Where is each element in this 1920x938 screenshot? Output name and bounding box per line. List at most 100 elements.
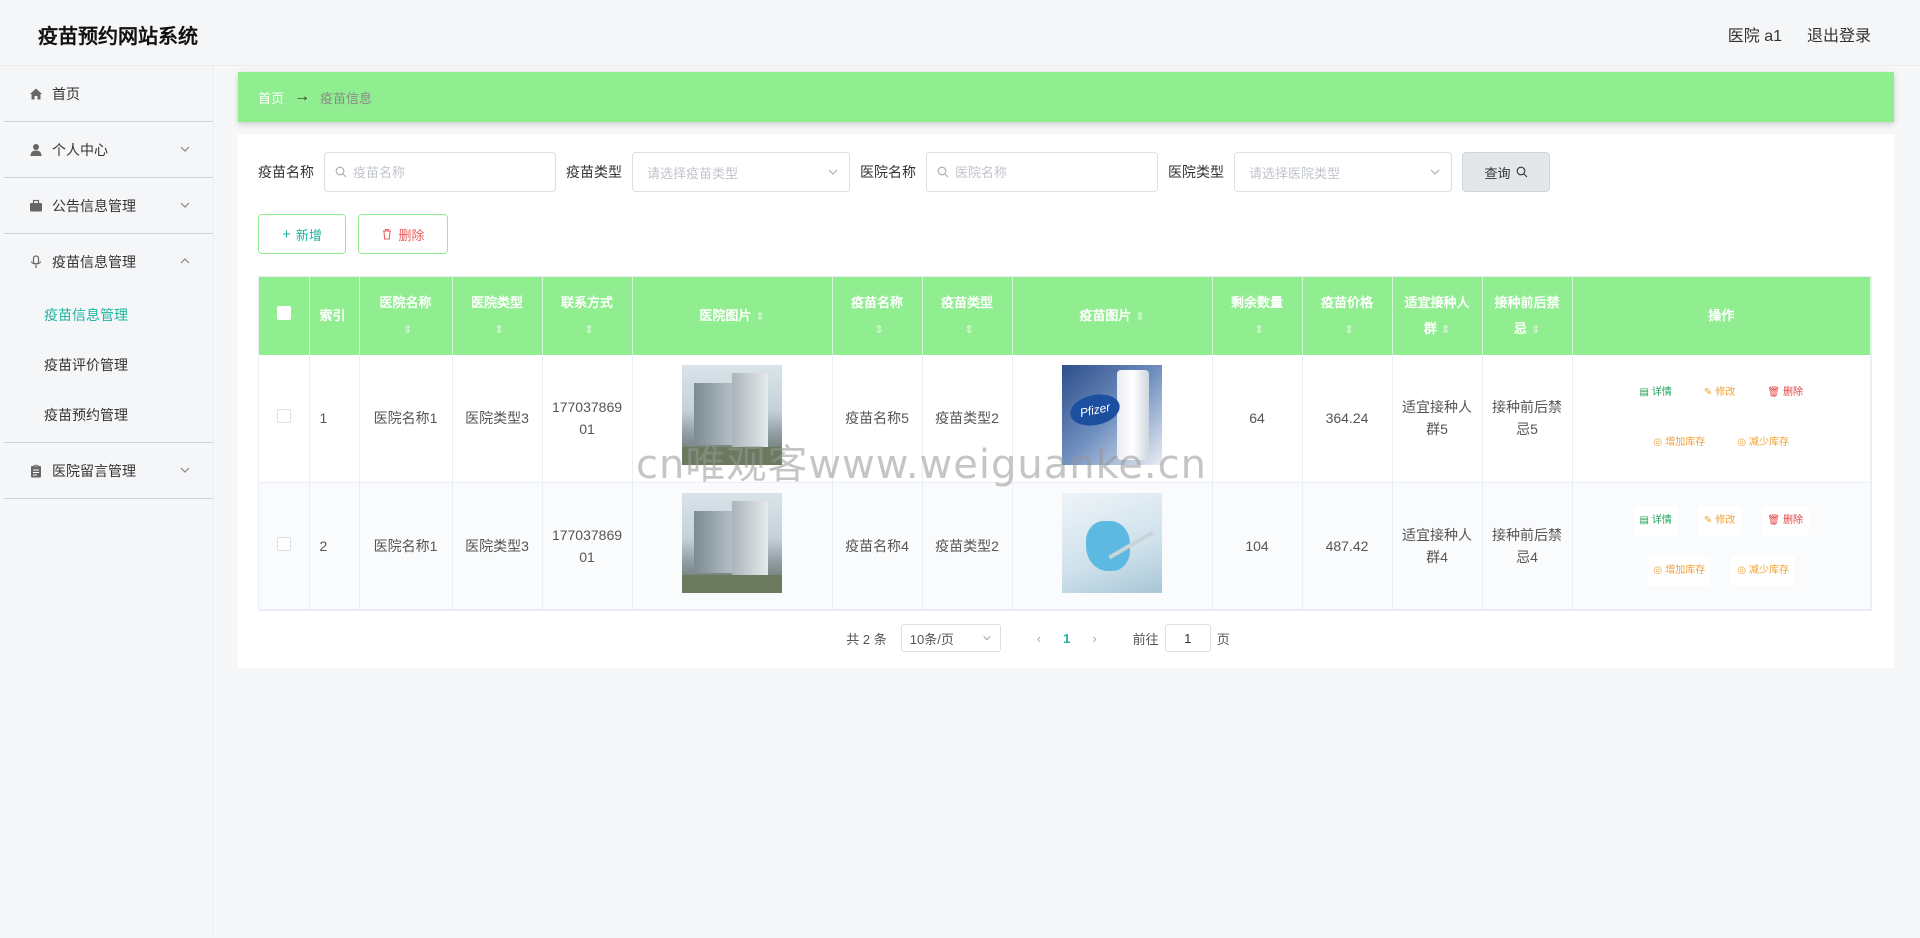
sidebar-item-label: 疫苗信息管理 (52, 254, 136, 270)
user-icon (28, 142, 44, 158)
hospital-name-field (926, 152, 1158, 192)
page-size-select[interactable]: 10条/页 (900, 624, 1001, 652)
col-header-label: 适宜接种人群 (1404, 294, 1470, 336)
edit-button[interactable]: ✎ 修改 (1697, 505, 1742, 536)
vaccine-type-placeholder: 请选择疫苗类型 (647, 165, 739, 181)
trash-icon (383, 229, 392, 240)
col-header-vaccine-name[interactable]: 疫苗名称 ⇕ (832, 277, 923, 355)
location-pin-icon: ◎ (1653, 437, 1663, 449)
sort-icon: ⇕ (1530, 323, 1541, 336)
col-header-hospital-image[interactable]: 医院图片 ⇕ (632, 277, 833, 355)
add-button[interactable]: + 新增 (258, 214, 346, 254)
sidebar-item-vaccine[interactable]: 疫苗信息管理 (4, 234, 213, 290)
row-checkbox[interactable] (276, 409, 291, 424)
batch-delete-button[interactable]: 删除 (358, 214, 448, 254)
cell-vaccine-name: 疫苗名称5 (832, 355, 923, 483)
cell-taboo: 接种前后禁忌4 (1482, 482, 1573, 610)
sidebar-item-label: 医院留言管理 (52, 462, 136, 479)
edit-label: 修改 (1715, 387, 1736, 399)
hospital-name-input[interactable] (955, 164, 1135, 180)
sort-icon: ⇕ (874, 323, 884, 336)
increase-stock-button[interactable]: ◎ 增加库存 (1647, 428, 1712, 459)
cell-crowd: 适宜接种人群5 (1392, 355, 1483, 483)
chevron-up-icon (179, 254, 193, 268)
decrease-stock-label: 减少库存 (1748, 437, 1789, 449)
action-toolbar: + 新增 删除 (258, 214, 460, 254)
vaccine-type-select[interactable]: 请选择疫苗类型 (632, 152, 850, 192)
trash-icon: 🗑 (1767, 387, 1781, 399)
select-all-checkbox[interactable] (276, 306, 291, 320)
delete-button[interactable]: 🗑 删除 (1761, 505, 1810, 536)
col-header-label: 疫苗名称 (850, 294, 903, 310)
sidebar-subitem-vaccine-review[interactable]: 疫苗评价管理 (4, 340, 213, 390)
col-header-label: 疫苗类型 (940, 294, 993, 310)
next-page-button[interactable]: › (1092, 631, 1096, 646)
sidebar-item-notice[interactable]: 公告信息管理 (4, 178, 213, 234)
sidebar-item-personal-center[interactable]: 个人中心 (4, 122, 213, 178)
chevron-down-icon (179, 142, 193, 156)
cell-hospital-image (632, 482, 833, 610)
chevron-down-icon (179, 463, 193, 477)
col-header-stock[interactable]: 剩余数量 ⇕ (1212, 277, 1303, 355)
vaccine-image[interactable]: Pfizer (1062, 365, 1162, 466)
cell-vaccine-type: 疫苗类型2 (922, 482, 1013, 610)
edit-icon: ✎ (1703, 514, 1713, 526)
delete-button-label: 删除 (398, 227, 425, 243)
detail-label: 详情 (1651, 514, 1672, 526)
vaccine-image[interactable] (1062, 492, 1162, 593)
cell-stock: 64 (1212, 355, 1303, 483)
sidebar-item-hospital-message[interactable]: 医院留言管理 (4, 443, 213, 499)
col-header-hospital-type[interactable]: 医院类型 ⇕ (452, 277, 543, 355)
vaccine-name-input[interactable] (353, 164, 533, 180)
increase-stock-button[interactable]: ◎ 增加库存 (1647, 555, 1712, 586)
breadcrumb: 首页 → 疫苗信息 (238, 72, 1894, 122)
col-header-label: 疫苗价格 (1320, 294, 1373, 310)
cell-phone: 17703786901 (542, 482, 633, 610)
page-jump-input[interactable] (1164, 624, 1211, 652)
sidebar-subitem-vaccine-info[interactable]: 疫苗信息管理 (4, 290, 213, 340)
sort-icon: ⇕ (1344, 323, 1354, 336)
page-number-current[interactable]: 1 (1063, 631, 1070, 646)
cell-hospital-image (632, 355, 833, 483)
row-checkbox[interactable] (276, 536, 291, 551)
cell-taboo: 接种前后禁忌5 (1482, 355, 1573, 483)
query-button[interactable]: 查询 (1462, 152, 1550, 192)
goto-label: 前往 (1132, 631, 1159, 647)
chevron-down-icon (983, 635, 991, 641)
hospital-name-label: 医院名称 (860, 164, 916, 180)
hospital-type-select[interactable]: 请选择医院类型 (1234, 152, 1452, 192)
col-header-phone[interactable]: 联系方式 ⇕ (542, 277, 633, 355)
sidebar-subitem-vaccine-booking[interactable]: 疫苗预约管理 (4, 390, 213, 440)
prev-page-button[interactable]: ‹ (1037, 631, 1041, 646)
home-icon (28, 86, 44, 102)
pagination: 共 2 条 10条/页 ‹ 1 › 前往 页 (238, 624, 1894, 652)
col-header-vaccine-type[interactable]: 疫苗类型 ⇕ (922, 277, 1013, 355)
increase-stock-label: 增加库存 (1665, 437, 1706, 449)
sidebar-item-home[interactable]: 首页 (4, 66, 213, 122)
detail-button[interactable]: ▤ 详情 (1633, 505, 1678, 536)
detail-button[interactable]: ▤ 详情 (1633, 378, 1678, 409)
sort-icon: ⇕ (494, 323, 504, 336)
decrease-stock-label: 减少库存 (1748, 564, 1789, 576)
delete-label: 删除 (1783, 387, 1804, 399)
edit-button[interactable]: ✎ 修改 (1697, 378, 1742, 409)
clipboard-icon (28, 463, 44, 479)
chevron-down-icon (828, 169, 838, 175)
col-header-price[interactable]: 疫苗价格 ⇕ (1302, 277, 1393, 355)
logout-link[interactable]: 退出登录 (1807, 22, 1871, 46)
col-header-hospital-name[interactable]: 医院名称 ⇕ (359, 277, 453, 355)
decrease-stock-button[interactable]: ◎ 减少库存 (1731, 555, 1795, 586)
sidebar: 首页 个人中心 公告信息管理 疫苗信息管理 疫苗信息管理 疫苗评价管理 疫苗预约… (4, 66, 214, 934)
table-row: 2 医院名称1 医院类型3 17703786901 疫苗名称4 疫苗类型2 10… (259, 482, 1871, 610)
trash-icon: 🗑 (1767, 514, 1781, 526)
hospital-image[interactable] (682, 492, 782, 593)
col-header-vaccine-image[interactable]: 疫苗图片 ⇕ (1012, 277, 1213, 355)
top-bar: 疫苗预约网站系统 医院 a1 退出登录 (0, 0, 1920, 66)
decrease-stock-button[interactable]: ◎ 减少库存 (1731, 428, 1795, 459)
col-header-crowd[interactable]: 适宜接种人群 ⇕ (1392, 277, 1483, 355)
delete-button[interactable]: 🗑 删除 (1761, 378, 1810, 409)
breadcrumb-home-link[interactable]: 首页 (258, 88, 284, 107)
hospital-image[interactable] (682, 365, 782, 466)
col-header-taboo[interactable]: 接种前后禁忌 ⇕ (1482, 277, 1573, 355)
location-pin-icon: ◎ (1737, 437, 1746, 449)
